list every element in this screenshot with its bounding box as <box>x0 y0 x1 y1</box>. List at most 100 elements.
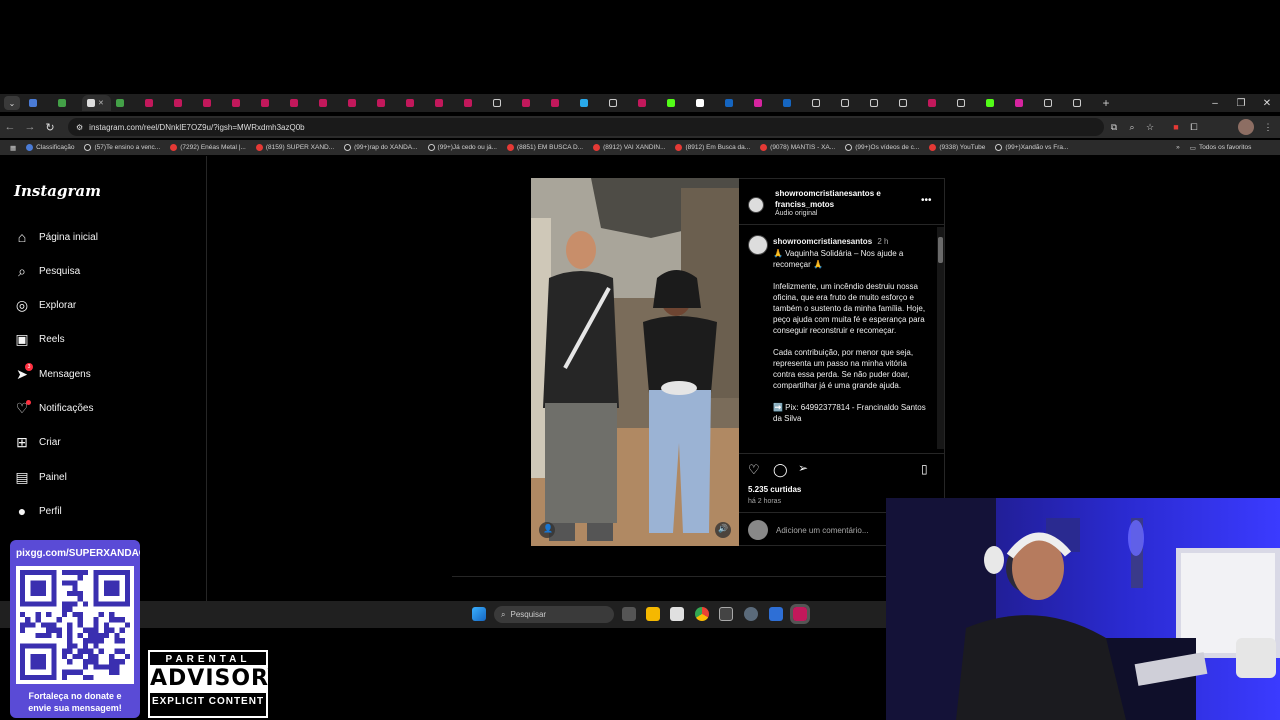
like-count[interactable]: 5.235 curtidas <box>748 485 801 494</box>
chrome-icon[interactable] <box>695 607 709 621</box>
browser-tab[interactable] <box>24 95 53 111</box>
browser-tab[interactable] <box>111 95 140 111</box>
browser-tab[interactable] <box>314 95 343 111</box>
kebab-menu-icon[interactable]: ⋮ <box>1260 119 1276 135</box>
bookmark-item[interactable]: (99+)Os vídeos de c... <box>840 144 924 151</box>
tab-search-button[interactable]: ⌄ <box>4 96 20 110</box>
bookmark-item[interactable]: (7292) Enéas Metal |... <box>165 144 251 151</box>
audio-label[interactable]: Áudio original <box>775 210 817 217</box>
browser-tab[interactable] <box>430 95 459 111</box>
minimize-icon[interactable]: – <box>1202 94 1228 112</box>
scrollbar-thumb[interactable] <box>938 237 943 263</box>
browser-tab[interactable] <box>488 95 517 111</box>
sidebar-item-heart[interactable]: ♡ Notificações <box>14 399 93 417</box>
bookmark-item[interactable]: (8912) VAI XANDIN... <box>588 144 670 151</box>
sidebar-item-home[interactable]: ⌂ Página inicial <box>14 229 98 245</box>
browser-tab[interactable] <box>53 95 82 111</box>
extensions-puzzle-icon[interactable]: ⧠ <box>1186 119 1202 135</box>
bookmark-item[interactable]: (8912) Em Busca da... <box>670 144 755 151</box>
share-icon[interactable]: ➢ <box>798 461 808 475</box>
browser-tab[interactable] <box>459 95 488 111</box>
more-options-icon[interactable]: ••• <box>921 195 932 206</box>
bookmark-item[interactable]: (99+)Já cedo ou já... <box>423 144 502 151</box>
caption-avatar[interactable] <box>748 235 768 255</box>
save-bookmark-icon[interactable]: ▯ <box>921 462 928 476</box>
new-tab-button[interactable]: + <box>1097 96 1115 110</box>
site-info-icon[interactable]: ⚙ <box>76 123 83 132</box>
browser-tab[interactable] <box>343 95 372 111</box>
browser-tab[interactable] <box>836 95 865 111</box>
comment-icon[interactable]: ◯ <box>773 462 788 478</box>
browser-tab[interactable] <box>923 95 952 111</box>
bookmark-item[interactable]: (8851) EM BUSCA D... <box>502 144 588 151</box>
bookmark-item[interactable]: (8159) SUPER XAND... <box>251 144 339 151</box>
zoom-icon[interactable]: ⌕ <box>1124 119 1140 135</box>
browser-tab[interactable] <box>285 95 314 111</box>
bookmark-star-icon[interactable]: ☆ <box>1142 119 1158 135</box>
bookmark-item[interactable]: (99+)Xandão vs Fra... <box>990 144 1073 151</box>
extension-icon[interactable]: ■ <box>1168 119 1184 135</box>
browser-tab[interactable] <box>807 95 836 111</box>
caption-scrollbar[interactable] <box>937 227 944 449</box>
sidebar-item-profile-avatar[interactable]: ● Perfil <box>14 503 62 519</box>
browser-tab[interactable] <box>1068 95 1097 111</box>
windows-start-icon[interactable] <box>472 607 486 621</box>
app-icon[interactable] <box>769 607 783 621</box>
browser-tab[interactable] <box>546 95 575 111</box>
like-heart-icon[interactable]: ♡ <box>748 462 760 478</box>
comment-input[interactable]: Adicione um comentário... <box>776 526 869 535</box>
more-bookmarks-icon[interactable]: » <box>1171 144 1185 151</box>
tagged-users-icon[interactable]: 👤 <box>543 524 553 533</box>
browser-tab-active[interactable]: ✕ <box>82 95 111 111</box>
bookmark-item[interactable]: (57)Te ensino a venc... <box>79 144 165 151</box>
window-close-icon[interactable]: ✕ <box>1254 94 1280 112</box>
file-explorer-icon[interactable] <box>646 607 660 621</box>
back-icon[interactable]: ← <box>0 121 20 133</box>
browser-tab[interactable] <box>198 95 227 111</box>
browser-tab[interactable] <box>169 95 198 111</box>
apps-icon[interactable]: ▦ <box>0 144 21 152</box>
browser-tab[interactable] <box>662 95 691 111</box>
app-icon-active[interactable] <box>790 604 810 624</box>
reel-video[interactable]: 👤 🔊 <box>531 178 739 546</box>
reload-icon[interactable]: ↻ <box>40 121 60 134</box>
maximize-icon[interactable]: ❐ <box>1228 94 1254 112</box>
close-icon[interactable]: ✕ <box>98 99 104 107</box>
sidebar-item-compass[interactable]: ◎ Explorar <box>14 297 76 314</box>
store-icon[interactable] <box>670 607 684 621</box>
browser-tab[interactable] <box>691 95 720 111</box>
bookmark-item[interactable]: Classificação <box>21 144 79 151</box>
app-icon[interactable] <box>719 607 733 621</box>
bookmark-item[interactable]: (99+)rap do XANDÃ... <box>339 144 422 151</box>
browser-tab[interactable] <box>778 95 807 111</box>
sidebar-item-chart[interactable]: ▤ Painel <box>14 469 66 485</box>
browser-tab[interactable] <box>604 95 633 111</box>
sidebar-item-plus-square[interactable]: ⊞ Criar <box>14 434 61 451</box>
audio-toggle-icon[interactable]: 🔊 <box>718 524 728 533</box>
browser-tab[interactable] <box>575 95 604 111</box>
browser-tab[interactable] <box>227 95 256 111</box>
sidebar-item-messenger[interactable]: ➤ 3 Mensagens <box>14 363 91 382</box>
install-app-icon[interactable]: ⧉ <box>1106 119 1122 135</box>
browser-tab[interactable] <box>517 95 546 111</box>
post-authors[interactable]: showroomcristianesantos e franciss_motos <box>775 188 905 210</box>
browser-tab[interactable] <box>865 95 894 111</box>
browser-tab[interactable] <box>720 95 749 111</box>
settings-gear-icon[interactable] <box>744 607 758 621</box>
all-bookmarks[interactable]: ▭ Todos os favoritos <box>1185 144 1257 152</box>
profile-avatar-icon[interactable] <box>1238 119 1254 135</box>
caption-username[interactable]: showroomcristianesantos <box>773 237 872 246</box>
browser-tab[interactable] <box>894 95 923 111</box>
browser-tab[interactable] <box>256 95 285 111</box>
browser-tab[interactable] <box>140 95 169 111</box>
task-view-icon[interactable] <box>622 607 636 621</box>
browser-tab[interactable] <box>1039 95 1068 111</box>
taskbar-search[interactable]: ⌕ Pesquisar <box>494 606 614 623</box>
browser-tab[interactable] <box>1010 95 1039 111</box>
browser-tab[interactable] <box>633 95 662 111</box>
browser-tab[interactable] <box>401 95 430 111</box>
sidebar-item-search[interactable]: ⌕ Pesquisa <box>14 263 80 279</box>
bookmark-item[interactable]: (9078) MANTIS - XA... <box>755 144 840 151</box>
browser-tab[interactable] <box>952 95 981 111</box>
browser-tab[interactable] <box>372 95 401 111</box>
